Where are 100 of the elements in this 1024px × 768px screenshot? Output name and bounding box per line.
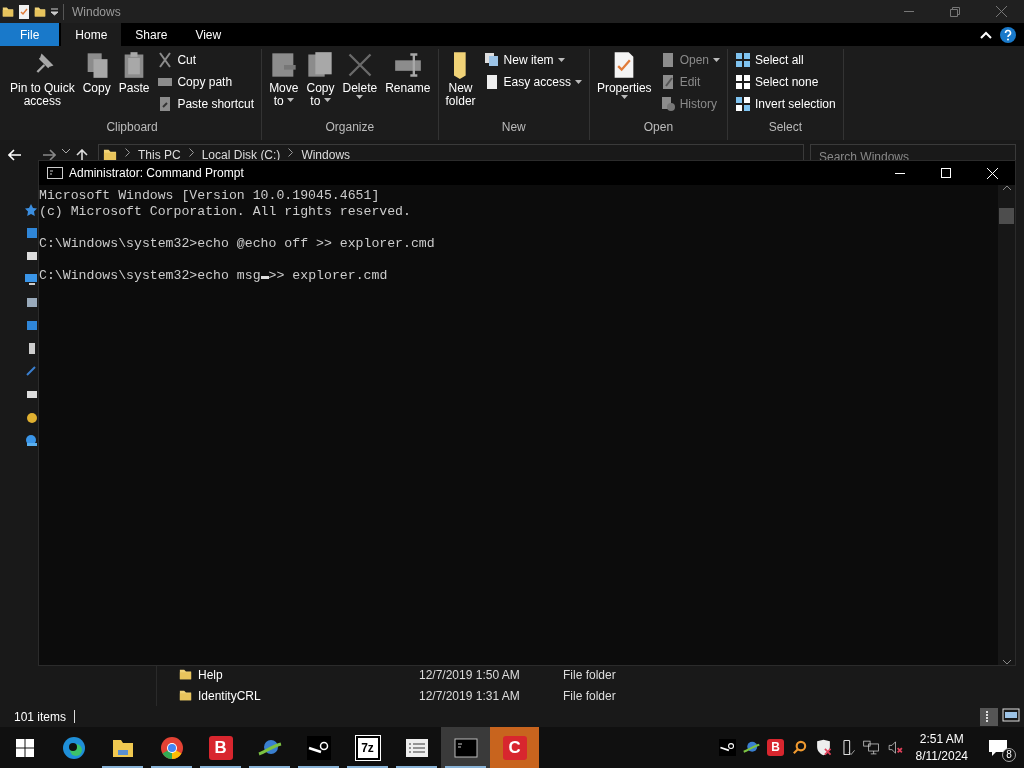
- window-title: Administrator: Command Prompt: [69, 165, 244, 182]
- network-icon: [863, 739, 880, 756]
- caret-icon: [323, 98, 331, 103]
- caret-icon: [62, 149, 70, 154]
- tiles-view-icon: [1002, 707, 1020, 722]
- document-icon: [306, 51, 335, 79]
- drive-icon: [25, 388, 37, 400]
- caret-icon: [1002, 185, 1011, 190]
- caret-icon: [1002, 660, 1011, 665]
- console-line: (c) Microsoft Corporation. All rights reserved.: [39, 204, 411, 220]
- ribbon-tab[interactable]: File: [0, 23, 60, 46]
- new-item-icon: [483, 52, 500, 68]
- type-cell-text: File folder: [563, 687, 616, 705]
- ribbon-button[interactable]: Pin to Quick access: [7, 49, 78, 118]
- taskbar-button[interactable]: B: [196, 727, 245, 768]
- caret-icon: [713, 58, 720, 62]
- app-icon: C: [502, 735, 527, 760]
- properties-icon: [18, 3, 30, 20]
- invert-selection-icon: [735, 96, 751, 112]
- magnifier-icon: [791, 739, 808, 756]
- chevron-icon: [188, 148, 194, 157]
- ribbon-button[interactable]: Rename: [382, 49, 434, 118]
- chevron-icon: [125, 148, 130, 157]
- app-icon: B: [208, 735, 233, 760]
- app-icon: 7z: [355, 735, 380, 760]
- item-count: 101 items: [14, 708, 67, 726]
- select-all-icon: [735, 52, 751, 68]
- ribbon-button[interactable]: Easy access: [480, 71, 585, 93]
- ribbon-button[interactable]: Copy to: [303, 49, 338, 118]
- caret-icon: [286, 98, 294, 103]
- maximize-icon: [941, 168, 951, 178]
- group-label: New: [500, 119, 527, 136]
- ribbon-button[interactable]: Delete: [339, 49, 381, 118]
- network-icon: [25, 434, 37, 446]
- taskbar-button[interactable]: 7z: [343, 727, 392, 768]
- ribbon-button[interactable]: New folder: [442, 49, 479, 118]
- ribbon-button[interactable]: Paste: [115, 49, 153, 118]
- close-icon: [995, 6, 1007, 17]
- file-name[interactable]: Help: [179, 665, 419, 684]
- up-icon: [76, 149, 88, 161]
- globe-icon: [743, 739, 760, 756]
- console-icon: [453, 735, 478, 760]
- file-name[interactable]: IdentityCRL: [179, 686, 419, 705]
- taskbar-button[interactable]: C: [490, 727, 539, 768]
- windows-icon: [15, 738, 34, 757]
- scrollbar-thumb[interactable]: [999, 208, 1014, 224]
- shield-icon: [815, 739, 832, 756]
- clock[interactable]: 2:51 AM 8/11/2024: [909, 730, 974, 765]
- ribbon-button[interactable]: Cut: [154, 49, 258, 71]
- group-label: Open: [642, 119, 675, 136]
- back-icon: [8, 149, 22, 161]
- history-icon: [659, 96, 676, 112]
- drive-icon: [25, 250, 37, 262]
- collapse-icon: [980, 30, 992, 39]
- ribbon-button[interactable]: Paste shortcut: [154, 93, 258, 115]
- type-cell-text: File folder: [563, 666, 616, 684]
- edge-icon: [61, 735, 86, 760]
- steam-icon: [719, 739, 736, 756]
- steam-icon: [306, 735, 331, 760]
- scissors-icon: [157, 52, 174, 68]
- console-icon: [47, 167, 63, 179]
- ribbon-button[interactable]: Copy path: [154, 71, 258, 93]
- console-line: C:\Windows\system32>echo @echo off >> explorer.cmd: [39, 236, 435, 252]
- ribbon-button[interactable]: Move to: [266, 49, 302, 118]
- ribbon-button[interactable]: New item: [480, 49, 585, 71]
- restore-icon: [950, 6, 960, 17]
- ribbon-button[interactable]: Select none: [732, 71, 839, 93]
- group-label: Clipboard: [105, 119, 159, 136]
- search-field[interactable]: Search Windows: [810, 144, 1016, 160]
- chevron-icon: [288, 148, 294, 157]
- notification-button[interactable]: 8: [978, 727, 1018, 768]
- caret-icon: [50, 7, 59, 16]
- disc-icon: [25, 411, 37, 423]
- forward-icon: [42, 149, 56, 161]
- star-icon: [25, 204, 37, 216]
- help-icon: [1000, 26, 1016, 43]
- date-cell-text: 12/7/2019 1:31 AM: [419, 687, 521, 705]
- ribbon-button[interactable]: Copy: [79, 49, 114, 118]
- notification-icon: [988, 738, 1008, 757]
- taskbar-button[interactable]: [441, 727, 490, 768]
- group-label: Organize: [324, 119, 376, 136]
- caret-icon: [356, 95, 364, 99]
- caret-icon: [574, 80, 582, 84]
- speaker-muted-icon: [887, 739, 904, 756]
- minimize-icon: [895, 172, 905, 174]
- ribbon-tab[interactable]: Home: [61, 23, 122, 46]
- ribbon-button[interactable]: Invert selection: [732, 93, 839, 115]
- scrollbar[interactable]: [998, 185, 1015, 665]
- monitor-icon: [25, 273, 37, 285]
- details-view-icon: [980, 707, 998, 726]
- rename-icon: [393, 51, 422, 79]
- minimize-icon: [904, 11, 914, 12]
- date-cell-text: 12/7/2019 1:50 AM: [419, 666, 521, 684]
- window-title: Windows: [72, 3, 121, 21]
- ribbon-button[interactable]: Select all: [732, 49, 839, 71]
- app-icon: B: [767, 739, 784, 756]
- console-line: C:\Windows\system32>echo msg >> explorer.cmd: [39, 268, 388, 284]
- ribbon-button[interactable]: Properties: [593, 49, 655, 118]
- close-icon: [986, 167, 998, 179]
- console-line: Microsoft Windows [Version 10.0.19045.4651]: [39, 188, 380, 204]
